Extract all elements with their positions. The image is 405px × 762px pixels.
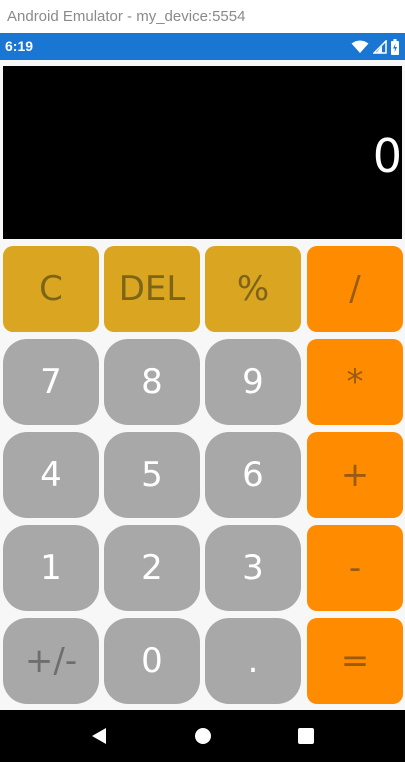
digit-0-button[interactable]: 0 (104, 618, 200, 704)
divide-button[interactable]: / (307, 246, 403, 332)
decimal-button[interactable]: . (205, 618, 301, 704)
digit-3-button[interactable]: 3 (205, 525, 301, 611)
window-title: Android Emulator - my_device:5554 (0, 0, 405, 33)
percent-button[interactable]: % (205, 246, 301, 332)
recents-icon (298, 728, 314, 744)
digit-9-button[interactable]: 9 (205, 339, 301, 425)
sign-toggle-button[interactable]: +/- (3, 618, 99, 704)
wifi-icon (351, 40, 369, 53)
digit-4-button[interactable]: 4 (3, 432, 99, 518)
digit-6-button[interactable]: 6 (205, 432, 301, 518)
multiply-button[interactable]: * (307, 339, 403, 425)
digit-8-button[interactable]: 8 (104, 339, 200, 425)
navigation-bar (0, 710, 405, 762)
equals-button[interactable]: = (307, 618, 403, 704)
add-button[interactable]: + (307, 432, 403, 518)
digit-5-button[interactable]: 5 (104, 432, 200, 518)
clear-button[interactable]: C (3, 246, 99, 332)
recents-button[interactable] (276, 710, 336, 762)
subtract-button[interactable]: - (307, 525, 403, 611)
status-icons (351, 38, 399, 56)
home-button[interactable] (173, 710, 233, 762)
battery-icon (391, 39, 399, 55)
back-button[interactable] (69, 710, 129, 762)
delete-button[interactable]: DEL (104, 246, 200, 332)
home-icon (195, 728, 211, 744)
result-display: 0 (3, 66, 402, 239)
status-time: 6:19 (5, 38, 34, 54)
signal-icon (373, 40, 387, 54)
digit-2-button[interactable]: 2 (104, 525, 200, 611)
digit-1-button[interactable]: 1 (3, 525, 99, 611)
display-value: 0 (372, 129, 402, 183)
back-icon (92, 728, 106, 744)
status-bar: 6:19 (0, 33, 405, 60)
digit-7-button[interactable]: 7 (3, 339, 99, 425)
calculator-app: 0 C DEL%/7 8 9 * 4 5 6 +1 2 3- +/- 0. = (0, 60, 405, 710)
